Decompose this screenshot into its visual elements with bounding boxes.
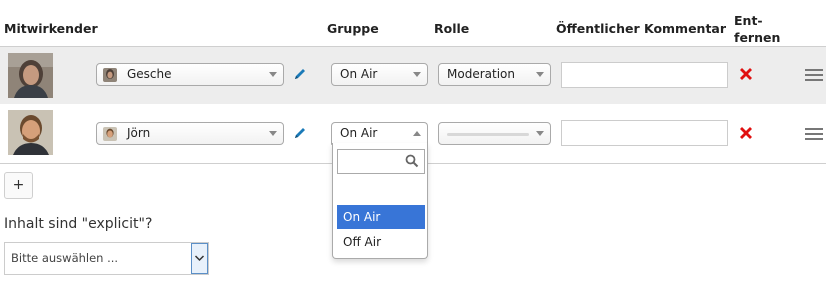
dropdown-option-on-air[interactable]: On Air bbox=[337, 205, 425, 229]
avatar bbox=[8, 53, 53, 98]
header-entfernen-line2: fernen bbox=[734, 30, 781, 45]
add-contributor-button[interactable]: + bbox=[4, 172, 33, 199]
explicit-select[interactable]: Bitte auswählen ... bbox=[4, 242, 209, 275]
chevron-down-icon bbox=[269, 131, 277, 136]
gruppe-value: On Air bbox=[340, 126, 378, 140]
explicit-dropdown-button[interactable] bbox=[191, 243, 208, 274]
avatar bbox=[103, 127, 117, 141]
gruppe-value: On Air bbox=[340, 67, 378, 81]
rolle-select[interactable] bbox=[438, 122, 551, 145]
chevron-down-icon bbox=[536, 72, 544, 77]
mitwirkender-select[interactable]: Gesche bbox=[96, 63, 284, 86]
kommentar-input[interactable] bbox=[561, 62, 728, 88]
chevron-down-icon bbox=[269, 72, 277, 77]
chevron-down-icon bbox=[194, 255, 205, 262]
avatar bbox=[103, 68, 117, 82]
explicit-value: Bitte auswählen ... bbox=[11, 251, 119, 265]
rolle-placeholder bbox=[447, 133, 529, 136]
rolle-select[interactable]: Moderation bbox=[438, 63, 551, 86]
header-rolle: Rolle bbox=[434, 21, 470, 36]
remove-icon[interactable] bbox=[738, 125, 754, 141]
header-gruppe: Gruppe bbox=[327, 21, 379, 36]
gruppe-dropdown: On Air Off Air bbox=[332, 143, 428, 259]
chevron-down-icon bbox=[413, 72, 421, 77]
kommentar-input[interactable] bbox=[561, 120, 728, 146]
mitwirkender-select[interactable]: Jörn bbox=[96, 122, 284, 145]
avatar bbox=[8, 110, 53, 155]
pencil-icon[interactable] bbox=[292, 125, 308, 141]
dropdown-option-off-air[interactable]: Off Air bbox=[337, 230, 425, 254]
gruppe-select[interactable]: On Air bbox=[331, 63, 428, 86]
chevron-down-icon bbox=[536, 131, 544, 136]
table-row: Gesche On Air Moderation bbox=[0, 47, 826, 104]
header-kommentar: Öffentlicher Kommentar bbox=[556, 21, 727, 36]
gruppe-select[interactable]: On Air bbox=[331, 122, 428, 145]
chevron-up-icon bbox=[413, 131, 421, 136]
drag-handle-icon[interactable] bbox=[805, 128, 823, 142]
header-mitwirkender: Mitwirkender bbox=[4, 21, 98, 36]
drag-handle-icon[interactable] bbox=[805, 69, 823, 83]
header-entfernen-line1: Ent- bbox=[734, 13, 763, 28]
mitwirkender-value: Gesche bbox=[127, 67, 172, 81]
mitwirkender-value: Jörn bbox=[127, 126, 151, 140]
explicit-label: Inhalt sind "explicit"? bbox=[4, 216, 153, 232]
rolle-value: Moderation bbox=[447, 67, 515, 81]
pencil-icon[interactable] bbox=[292, 66, 308, 82]
search-icon bbox=[405, 154, 419, 168]
remove-icon[interactable] bbox=[738, 66, 754, 82]
